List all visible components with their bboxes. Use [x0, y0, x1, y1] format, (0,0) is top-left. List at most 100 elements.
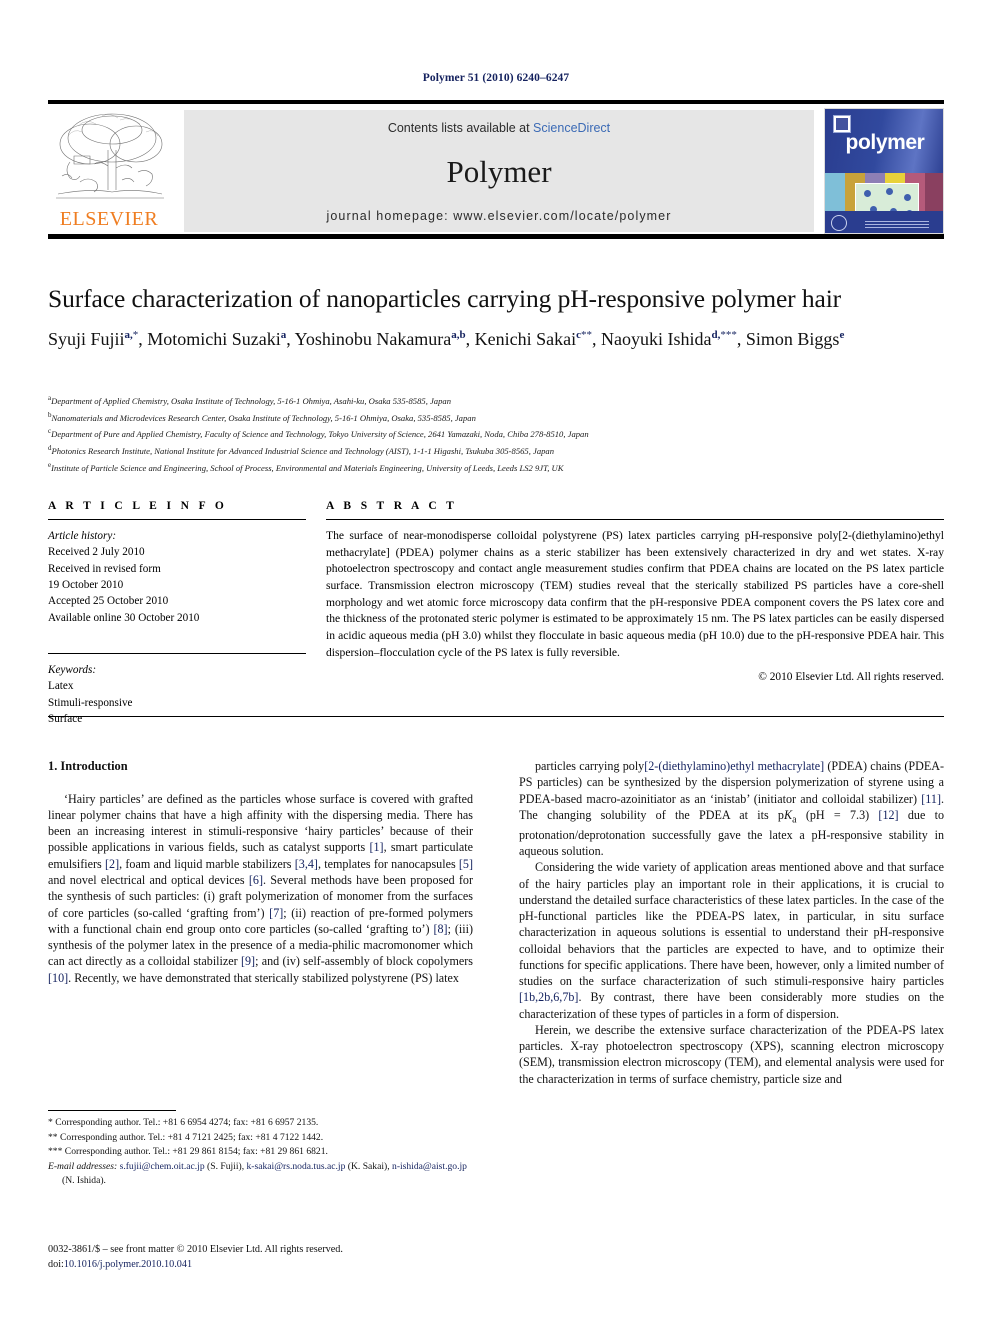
citation-reference[interactable]: [9] [241, 954, 255, 968]
article-title: Surface characterization of nanoparticle… [48, 284, 842, 313]
email-owner: (S. Fujii), [204, 1160, 247, 1172]
abstract-column: A B S T R A C T The surface of near-mono… [326, 500, 944, 683]
body-column-left: 1. Introduction ‘Hairy particles’ are de… [48, 758, 473, 986]
masthead-bottom-rule [48, 234, 944, 239]
elsevier-logo[interactable]: ELSEVIER [48, 110, 170, 232]
abstract-copyright: © 2010 Elsevier Ltd. All rights reserved… [758, 670, 944, 683]
author-affiliation-mark: a,b [451, 329, 466, 341]
footnote-line: * Corresponding author. Tel.: +81 6 6954… [48, 1117, 319, 1128]
email-owner: (K. Sakai), [345, 1160, 393, 1172]
author-name: Simon Biggs [745, 329, 840, 349]
citation-reference[interactable]: [3,4] [295, 857, 318, 871]
article-info-rule [48, 519, 306, 520]
article-history-line: Accepted 25 October 2010 [48, 595, 169, 608]
body-column-right: particles carrying poly[2-(diethylamino)… [519, 758, 944, 1087]
article-info-column: A R T I C L E I N F O Article history: R… [48, 500, 306, 727]
footnote-line: ** Corresponding author. Tel.: +81 4 712… [48, 1131, 324, 1143]
affiliation-line: cDepartment of Pure and Applied Chemistr… [48, 427, 589, 440]
cover-wordmark: polymer [845, 131, 925, 154]
article-history-line: Received 2 July 2010 [48, 546, 145, 559]
email-addresses-label: E-mail addresses: [48, 1160, 120, 1172]
citation-reference[interactable]: [10] [48, 971, 68, 985]
article-history-line: 19 October 2010 [48, 579, 124, 592]
affiliation-mark: d [48, 443, 52, 452]
affiliation-mark: a [48, 394, 52, 402]
keywords-label: Keywords: [48, 664, 97, 677]
imprint-line: 0032-3861/$ – see front matter © 2010 El… [48, 1244, 343, 1255]
citation-reference[interactable]: [8] [433, 922, 447, 936]
keyword-item[interactable]: Stimuli-responsive [48, 695, 306, 711]
cover-footer-text [865, 221, 929, 228]
body-paragraph: Herein, we describe the extensive surfac… [519, 1022, 944, 1086]
email-addresses-line: E-mail addresses: s.fujii@chem.oit.ac.jp… [48, 1160, 473, 1189]
author-name: Yoshinobu Nakamura [294, 329, 452, 349]
keywords-block: Keywords: Latex Stimuli-responsive Surface [48, 662, 306, 727]
article-history-label: Article history: [48, 530, 117, 542]
affiliation-mark: c [48, 427, 52, 436]
article-history-line: Received in revised form [48, 562, 161, 575]
author-name: Kenichi Sakai [474, 329, 577, 349]
abstract-rule [326, 519, 944, 520]
corresponding-author-mark: * [132, 329, 139, 341]
doi-label: doi: [48, 1259, 64, 1271]
affiliation-line: eInstitute of Particle Science and Engin… [48, 460, 564, 473]
footnote-lines: * Corresponding author. Tel.: +81 6 6954… [48, 1116, 473, 1160]
journal-homepage[interactable]: journal homepage: www.elsevier.com/locat… [184, 209, 814, 223]
author-affiliation-mark: a,* [124, 329, 139, 341]
email-link[interactable]: k-sakai@rs.noda.tus.ac.jp [247, 1161, 346, 1172]
article-history: Article history: Received 2 July 2010 Rec… [48, 528, 306, 626]
article-history-line: Available online 30 October 2010 [48, 611, 200, 624]
journal-title: Polymer [446, 154, 552, 189]
affiliation-line: bNanomaterials and Microdevices Research… [48, 410, 476, 423]
affiliation-line: aDepartment of Applied Chemistry, Osaka … [48, 394, 451, 406]
author-affiliation-mark: d,*** [711, 329, 737, 341]
keyword-item[interactable]: Latex [48, 678, 306, 694]
keywords-lines: Latex Stimuli-responsive Surface [48, 678, 306, 727]
author-name: Naoyuki Ishida [601, 329, 712, 349]
citation-reference[interactable]: [2] [105, 857, 119, 871]
abstract-text: The surface of near-monodisperse colloid… [326, 529, 944, 659]
body-paragraph: particles carrying poly[2-(diethylamino)… [519, 759, 944, 859]
body-paragraph: Considering the wide variety of applicat… [519, 860, 944, 1021]
citation-reference[interactable]: [6] [249, 873, 263, 887]
citation-reference[interactable]: [2-(diethylamino)ethyl methacrylate] [644, 759, 824, 773]
elsevier-wordmark: ELSEVIER [59, 208, 159, 230]
email-link[interactable]: n-ishida@aist.go.jp [392, 1161, 467, 1172]
email-link[interactable]: s.fujii@chem.oit.ac.jp [120, 1161, 205, 1172]
article-page: Polymer 51 (2010) 6240–6247 ELSEVIER Con… [0, 0, 992, 1323]
elsevier-tree-icon [56, 113, 164, 199]
author-name: Motomichi Suzaki [147, 329, 281, 349]
affiliation-mark: b [48, 410, 52, 419]
citation-reference[interactable]: [7] [269, 906, 283, 920]
article-info-heading: A R T I C L E I N F O [48, 500, 228, 512]
corresponding-author-mark: *** [720, 329, 737, 341]
citation-reference[interactable]: [11] [921, 792, 941, 806]
email-owner: (N. Ishida). [62, 1175, 106, 1187]
body-right-paragraphs: particles carrying poly[2-(diethylamino)… [519, 758, 944, 1087]
journal-masthead: ELSEVIER Contents lists available at Sci… [48, 100, 944, 243]
abstract-heading: A B S T R A C T [326, 500, 458, 512]
corresponding-author-mark: ** [581, 329, 593, 341]
author-affiliation-mark: c** [576, 329, 593, 341]
citation-reference[interactable]: [12] [878, 808, 898, 822]
article-history-lines: Received 2 July 2010 Received in revised … [48, 544, 306, 626]
doi-link[interactable]: 10.1016/j.polymer.2010.10.041 [64, 1259, 192, 1270]
masthead-top-rule [48, 100, 944, 104]
footnote-block: * Corresponding author. Tel.: +81 6 6954… [48, 1110, 473, 1189]
footnote-rule [48, 1110, 176, 1111]
citation-reference[interactable]: [5] [459, 857, 473, 871]
journal-cover-thumbnail[interactable]: polymer [824, 108, 944, 234]
footnote-line: *** Corresponding author. Tel.: +81 29 8… [48, 1146, 328, 1158]
keyword-item[interactable]: Surface [48, 711, 306, 727]
citation-reference[interactable]: [1] [369, 840, 383, 854]
affiliation-list: aDepartment of Applied Chemistry, Osaka … [48, 392, 948, 475]
author-affiliation-mark: e [839, 329, 845, 341]
contents-prefix: Contents lists available at [387, 121, 534, 135]
sciencedirect-link[interactable]: ScienceDirect [533, 121, 610, 135]
imprint-block: 0032-3861/$ – see front matter © 2010 El… [48, 1242, 488, 1273]
body-paragraph: ‘Hairy particles’ are defined as the par… [48, 791, 474, 985]
citation-reference[interactable]: [1b,2b,6,7b] [519, 990, 578, 1004]
footnote-emails: E-mail addresses: s.fujii@chem.oit.ac.jp… [48, 1160, 473, 1189]
author-list: Syuji Fujiia,*, Motomichi Suzakia, Yoshi… [48, 329, 845, 349]
cover-publisher-mark-icon [831, 215, 847, 231]
